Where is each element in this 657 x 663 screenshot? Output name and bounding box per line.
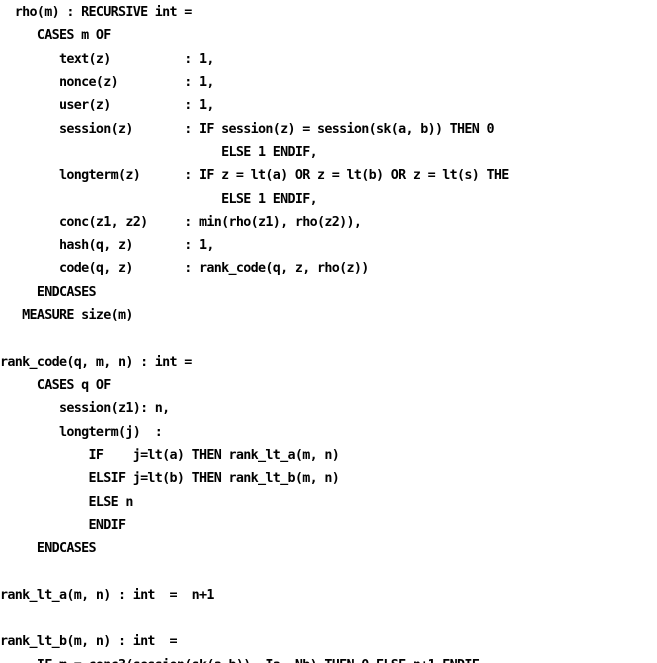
specification-listing: rho(m) : RECURSIVE int = CASES m OF text…: [0, 0, 657, 663]
pvs-code-text: rho(m) : RECURSIVE int = CASES m OF text…: [0, 5, 509, 663]
